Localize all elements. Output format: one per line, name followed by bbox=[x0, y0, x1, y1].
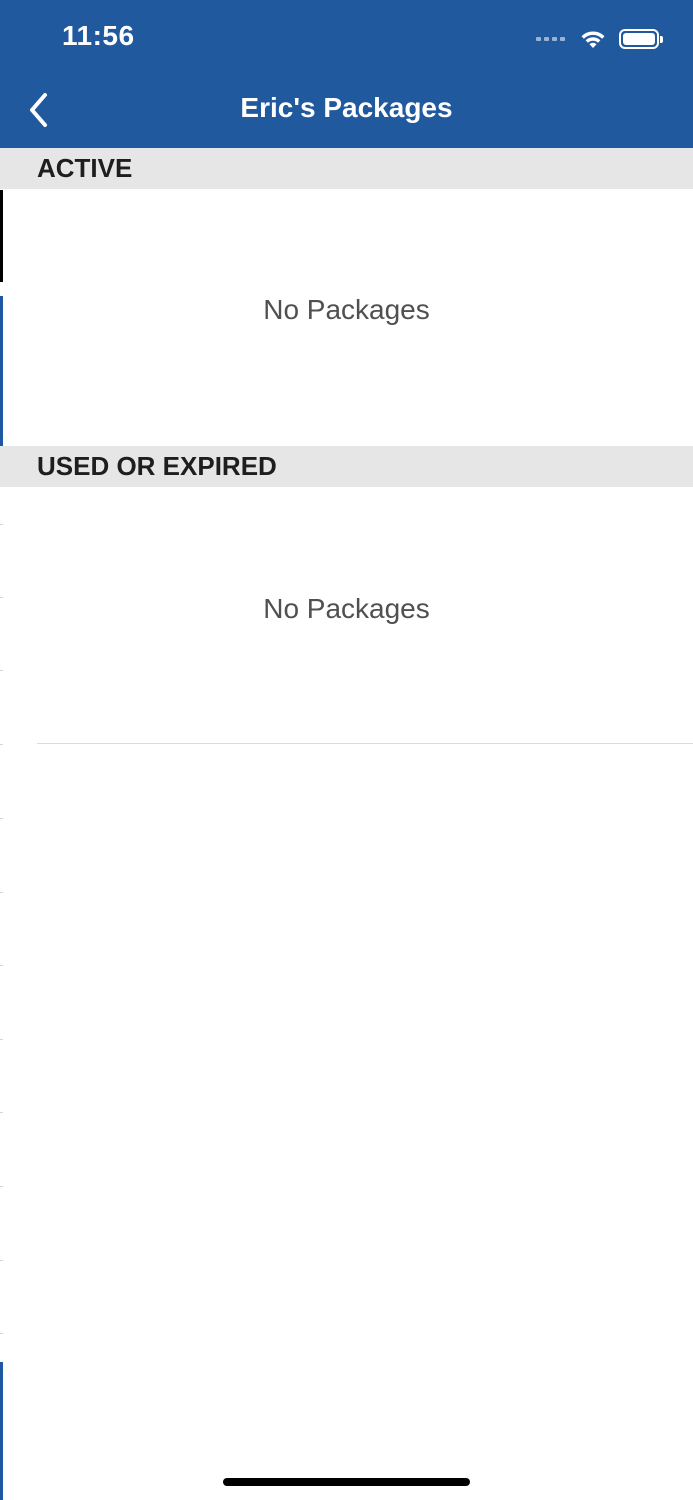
edge-tick bbox=[0, 524, 3, 525]
underlying-screen-edge bbox=[0, 0, 3, 1500]
edge-tick bbox=[0, 1260, 3, 1261]
edge-tick bbox=[0, 1039, 3, 1040]
edge-tick bbox=[0, 1186, 3, 1187]
edge-tick bbox=[0, 1333, 3, 1334]
packages-screen: 11:56 Eric's Packages ACTIVE No Packages… bbox=[0, 0, 693, 1500]
home-indicator[interactable] bbox=[223, 1478, 470, 1486]
edge-tick bbox=[0, 744, 3, 745]
section-header-active: ACTIVE bbox=[0, 148, 693, 189]
cellular-signal-icon bbox=[536, 37, 565, 41]
list-separator bbox=[37, 743, 693, 744]
battery-icon bbox=[619, 29, 663, 49]
edge-mark bbox=[0, 1362, 3, 1500]
edge-mark bbox=[0, 190, 3, 282]
active-empty-message: No Packages bbox=[263, 294, 430, 325]
navigation-bar: 11:56 Eric's Packages bbox=[0, 0, 693, 148]
edge-tick bbox=[0, 670, 3, 671]
edge-tick bbox=[0, 818, 3, 819]
wifi-icon bbox=[581, 31, 605, 48]
status-time: 11:56 bbox=[62, 20, 135, 51]
battery-level bbox=[623, 33, 655, 45]
section-header-used-or-expired: USED OR EXPIRED bbox=[0, 446, 693, 487]
used-or-expired-empty-message: No Packages bbox=[263, 593, 430, 624]
edge-tick bbox=[0, 1112, 3, 1113]
edge-tick bbox=[0, 892, 3, 893]
status-icons bbox=[536, 24, 663, 54]
page-title: Eric's Packages bbox=[240, 92, 453, 123]
edge-tick bbox=[0, 965, 3, 966]
